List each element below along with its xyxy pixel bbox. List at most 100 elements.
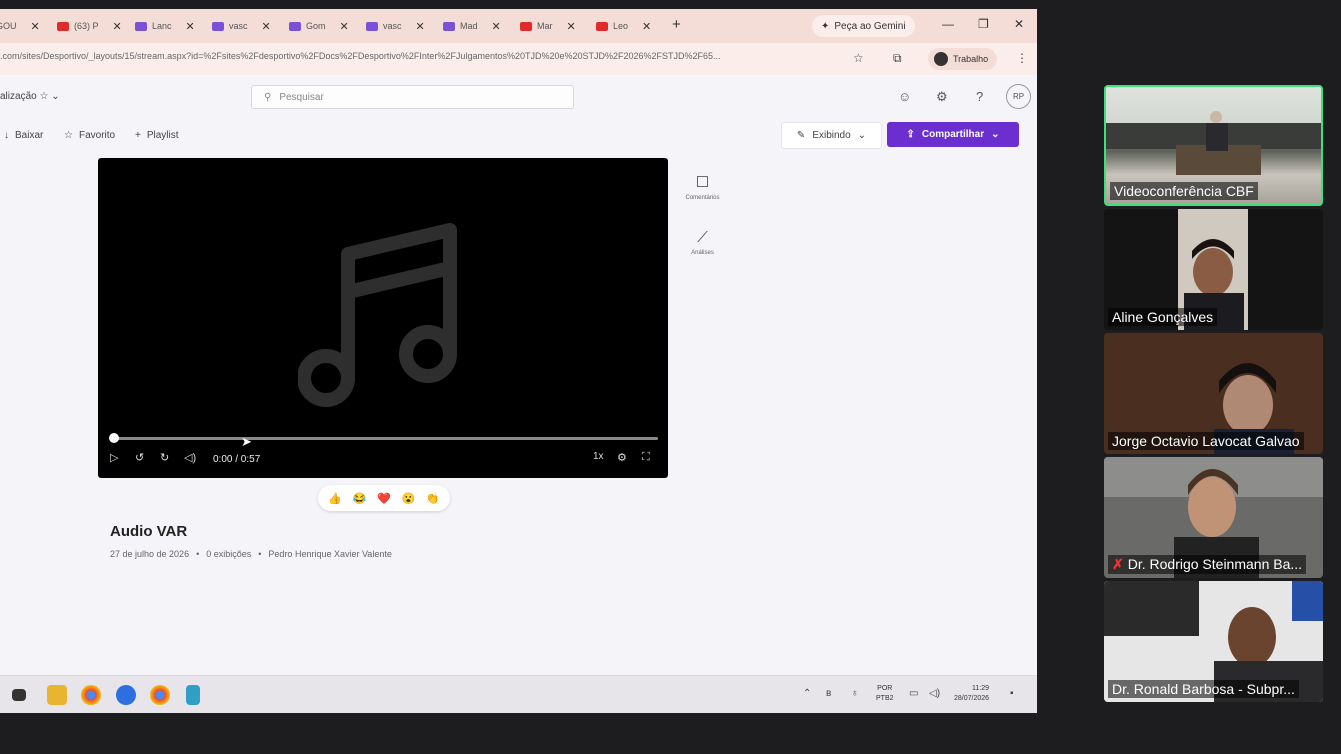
task-view-icon[interactable] [12,689,26,701]
close-tab-icon[interactable]: ✕ [262,20,271,33]
video-toolbar: ↓ Baixar ☆ Favorito + Playlist ✎ Exibindo ⌄ ⇪… [0,119,1037,155]
participant-tile[interactable]: Jorge Octavio Lavocat Galvao [1104,333,1323,454]
close-tab-icon[interactable]: ✕ [340,20,349,33]
browser-tab[interactable]: Mar ✕ [520,16,576,36]
video-author[interactable]: Pedro Henrique Xavier Valente [268,549,391,559]
tab-title: Mad [460,21,478,31]
analytics-button[interactable]: ⟋ Análises [680,229,725,256]
close-tab-icon[interactable]: ✕ [31,20,40,33]
favorite-button[interactable]: ☆ Favorito [64,130,115,141]
browser-tab[interactable]: Lanc ✕ [135,16,195,36]
view-mode-button[interactable]: ✎ Exibindo ⌄ [781,122,882,149]
stream-icon [212,21,224,31]
star-icon: ☆ [64,130,73,141]
search-input[interactable]: ⚲ Pesquisar [251,85,574,109]
speaker-icon[interactable]: ◁) [929,688,940,699]
play-icon[interactable]: ▷ [110,451,118,464]
browser-tab[interactable]: (63) P ✕ [57,16,122,36]
settings-icon[interactable]: ⚙ [617,451,627,464]
help-icon[interactable]: ? [976,89,983,104]
volume-icon[interactable]: ◁) [184,451,196,464]
reaction-laugh[interactable]: 😂 [353,492,367,505]
browser-tab[interactable]: vasc ✕ [212,16,271,36]
browser-tab-bar: GOU ✕ (63) P ✕ Lanc ✕ vasc ✕ Gom ✕ vasc ✕ Mad ✕… [0,9,1037,43]
meeting-window: GOU ✕ (63) P ✕ Lanc ✕ vasc ✕ Gom ✕ vasc ✕ Mad ✕… [0,0,1341,754]
participant-tile[interactable]: Videoconferência CBF [1104,85,1323,206]
close-tab-icon[interactable]: ✕ [492,20,501,33]
gear-icon[interactable]: ⚙ [936,89,948,105]
keyboard-language[interactable]: POR PTB2 [876,684,894,704]
video-meta: 27 de julho de 2026 • 0 exibições • Pedr… [110,549,392,559]
download-button[interactable]: ↓ Baixar [4,130,43,141]
stream-icon [366,21,378,31]
search-placeholder: Pesquisar [279,91,324,103]
browser-tab[interactable]: Mad ✕ [443,16,501,36]
bookmark-star-icon[interactable]: ☆ [853,51,864,65]
close-window-icon[interactable]: ✕ [1014,17,1024,31]
chrome-icon[interactable] [81,685,101,705]
reaction-surprised[interactable]: 😮 [402,492,416,505]
language-code: POR [877,685,893,692]
playlist-button[interactable]: + Playlist [135,130,179,141]
reactions-bar: 👍 😂 ❤️ 😮 👏 [318,485,450,511]
browser-tab[interactable]: vasc ✕ [366,16,425,36]
participant-tile[interactable]: Dr. Ronald Barbosa - Subpr... [1104,581,1323,702]
file-explorer-icon[interactable] [47,685,67,705]
browser-menu-icon[interactable]: ⋮ [1016,51,1028,65]
bluetooth-icon[interactable]: ʙ [826,688,831,699]
display-icon[interactable]: ▭ [909,688,918,699]
rewind-10-icon[interactable]: ↺ [135,451,144,464]
minimize-icon[interactable]: — [942,17,954,31]
gemini-button[interactable]: ✦ Peça ao Gemini [812,15,915,37]
video-player[interactable]: ➤ ▷ ↺ ↻ ◁) 0:00 / 0:57 1x ⚙ ⛶ [98,158,668,478]
share-button[interactable]: ⇪ Compartilhar ⌄ [887,122,1019,147]
close-tab-icon[interactable]: ✕ [567,20,576,33]
browser-tab[interactable]: Leo ✕ [596,16,651,36]
people-icon[interactable]: ☺ [898,89,911,104]
profile-button[interactable]: Trabalho [928,48,998,70]
chevron-down-icon: ⌄ [857,130,867,141]
system-clock[interactable]: 11:29 28/07/2026 [954,684,989,704]
microphone-icon[interactable]: ♁ [851,688,859,699]
shared-screen: GOU ✕ (63) P ✕ Lanc ✕ vasc ✕ Gom ✕ vasc ✕ Mad ✕… [0,9,1037,713]
close-tab-icon[interactable]: ✕ [186,20,195,33]
user-avatar[interactable]: RP [1006,84,1031,109]
forward-10-icon[interactable]: ↻ [160,451,169,464]
chevron-up-icon[interactable]: ⌃ [803,688,811,699]
close-tab-icon[interactable]: ✕ [642,20,651,33]
close-tab-icon[interactable]: ✕ [416,20,425,33]
mic-off-icon: ✗ [1112,556,1124,572]
chart-icon: ⟋ [697,229,708,246]
profile-avatar [934,52,948,66]
breadcrumb[interactable]: alização ☆ ⌄ [0,91,60,102]
browser-tab[interactable]: Gom ✕ [289,16,349,36]
fullscreen-icon[interactable]: ⛶ [642,451,650,464]
analytics-label: Análises [691,250,714,256]
mouse-pointer-icon: ➤ [241,434,252,449]
music-note-icon [298,223,457,407]
extensions-icon[interactable]: ⧉ [893,51,902,66]
reaction-like[interactable]: 👍 [328,492,342,505]
notifications-icon[interactable]: ▪ [1010,688,1014,699]
participant-tile[interactable]: ✗ Dr. Rodrigo Steinmann Ba... [1104,457,1323,578]
browser-tab[interactable]: GOU ✕ [0,16,40,36]
app-icon[interactable] [116,685,136,705]
video-title: Audio VAR [110,523,188,540]
favorite-label: Favorito [78,130,116,141]
participant-name: Dr. Rodrigo Steinmann Ba... [1127,556,1303,572]
comments-button[interactable]: ☐ Comentários [680,173,725,201]
participant-tile[interactable]: Aline Gonçalves [1104,209,1323,330]
restore-icon[interactable]: ❐ [978,17,989,31]
seek-bar[interactable] [112,437,658,440]
reaction-clap[interactable]: 👏 [426,492,440,505]
url-field[interactable]: .com/sites/Desportivo/_layouts/15/stream… [0,51,845,61]
playlist-label: Playlist [146,130,179,141]
pencil-off-icon: ✎ [796,130,806,141]
new-tab-button[interactable]: + [672,16,681,33]
speed-button[interactable]: 1x [593,451,604,462]
chrome-icon[interactable] [150,685,170,705]
notes-icon[interactable] [186,685,200,705]
close-tab-icon[interactable]: ✕ [113,20,122,33]
reaction-heart[interactable]: ❤️ [377,492,391,505]
seek-handle[interactable] [109,433,119,443]
